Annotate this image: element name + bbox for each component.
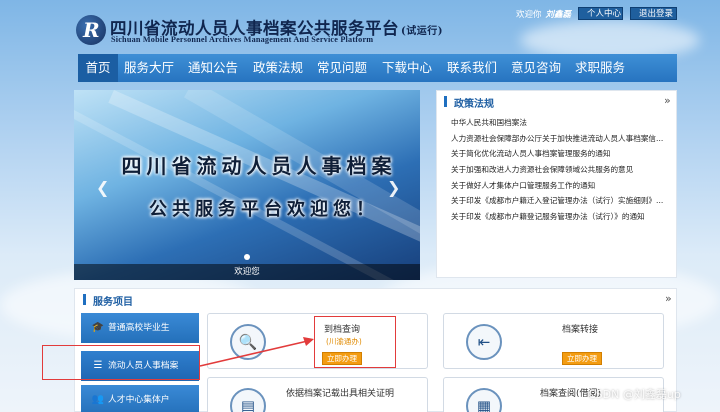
side-item-graduates[interactable]: 🎓 普通高校毕业生 [81, 313, 199, 343]
nav-item-feedback[interactable]: 意见咨询 [504, 54, 568, 82]
site-title-suffix: (试运行) [401, 26, 443, 37]
nav-item-home[interactable]: 首页 [78, 54, 118, 82]
graduation-cap-icon: 🎓 [91, 322, 105, 333]
side-item-collective-household[interactable]: 👥 人才中心集体户 [81, 385, 199, 412]
policy-list-item[interactable]: 关于印发《成都市户籍登记服务管理办法（试行）》的通知 [451, 209, 673, 225]
banner-headline: 四川省流动人员人事档案 [121, 154, 397, 178]
banner-light-ray [108, 90, 420, 274]
personal-center-button[interactable]: 个人中心 [578, 7, 623, 20]
section-marker [83, 294, 86, 305]
carousel-indicator-dot[interactable] [244, 254, 250, 260]
annotation-highlight-box [42, 345, 200, 380]
policy-more-link[interactable]: » [664, 94, 671, 107]
services-title: 服务项目 [93, 297, 133, 308]
archive-read-icon: ▦ [466, 388, 502, 412]
chevron-left-icon[interactable]: ❮ [96, 178, 109, 197]
transfer-arrow-icon: ⇤ [466, 324, 502, 360]
apply-now-button[interactable]: 立即办理 [562, 352, 602, 365]
policy-list: 中华人民共和国档案法 人力资源社会保障部办公厅关于加快推进流动人员人事档案信..… [451, 115, 673, 225]
policy-list-item[interactable]: 关于简化优化流动人员人事档案管理服务的通知 [451, 146, 673, 162]
policy-panel-title: 政策法规 [454, 99, 494, 110]
policy-list-item[interactable]: 关于做好人才集体户口管理服务工作的通知 [451, 178, 673, 194]
users-icon: 👥 [91, 394, 105, 405]
site-subtitle: Sichuan Mobile Personnel Archives Manage… [111, 35, 374, 44]
watermark: CSDN @刘鑫磊up [588, 388, 681, 401]
banner-caption: 欢迎您 [74, 264, 420, 280]
nav-item-faq[interactable]: 常见问题 [310, 54, 374, 82]
nav-item-service-hall[interactable]: 服务大厅 [118, 54, 180, 82]
service-card-certificate[interactable]: ▤ 依据档案记载出具相关证明 [207, 377, 428, 412]
banner-carousel[interactable]: 四川省流动人员人事档案 公共服务平台欢迎您！ ❮ ❯ 欢迎您 [74, 90, 420, 280]
side-item-label: 人才中心集体户 [108, 395, 170, 405]
card-title: 依据档案记载出具相关证明 [286, 389, 395, 399]
site-logo-icon [76, 15, 106, 45]
username: 刘鑫磊 [545, 10, 572, 20]
chevron-right-icon[interactable]: ❯ [387, 178, 400, 197]
service-card-archive-transfer[interactable]: ⇤ 档案转接 立即办理 [443, 313, 664, 369]
annotation-highlight-box [314, 316, 396, 368]
services-more-link[interactable]: » [665, 292, 672, 305]
policy-list-item[interactable]: 关于印发《成都市户籍迁入登记管理办法（试行）实施细则》... [451, 193, 673, 209]
section-marker [444, 96, 447, 107]
nav-item-notices[interactable]: 通知公告 [180, 54, 246, 82]
nav-item-downloads[interactable]: 下载中心 [374, 54, 440, 82]
policy-list-item[interactable]: 中华人民共和国档案法 [451, 115, 673, 131]
welcome-label: 欢迎你 [516, 10, 542, 20]
policy-panel: 政策法规 » 中华人民共和国档案法 人力资源社会保障部办公厅关于加快推进流动人员… [436, 90, 677, 278]
side-item-label: 普通高校毕业生 [108, 323, 170, 333]
logout-button[interactable]: 退出登录 [630, 7, 677, 20]
nav-item-jobs[interactable]: 求职服务 [568, 54, 632, 82]
nav-item-policies[interactable]: 政策法规 [246, 54, 310, 82]
site-header: 四川省流动人员人事档案公共服务平台(试运行) Sichuan Mobile Pe… [0, 0, 720, 54]
policy-list-item[interactable]: 人力资源社会保障部办公厅关于加快推进流动人员人事档案信... [451, 131, 673, 147]
nav-item-contact[interactable]: 联系我们 [440, 54, 504, 82]
main-nav: 首页 服务大厅 通知公告 政策法规 常见问题 下载中心 联系我们 意见咨询 求职… [78, 54, 677, 82]
document-search-icon: 🔍 [230, 324, 266, 360]
card-title: 档案转接 [562, 325, 599, 335]
banner-subheadline: 公共服务平台欢迎您！ [149, 199, 379, 220]
certificate-icon: ▤ [230, 388, 266, 412]
policy-list-item[interactable]: 关于加强和改进人力资源社会保障领域公共服务的意见 [451, 162, 673, 178]
welcome-text: 欢迎你 刘鑫磊 [516, 8, 571, 20]
